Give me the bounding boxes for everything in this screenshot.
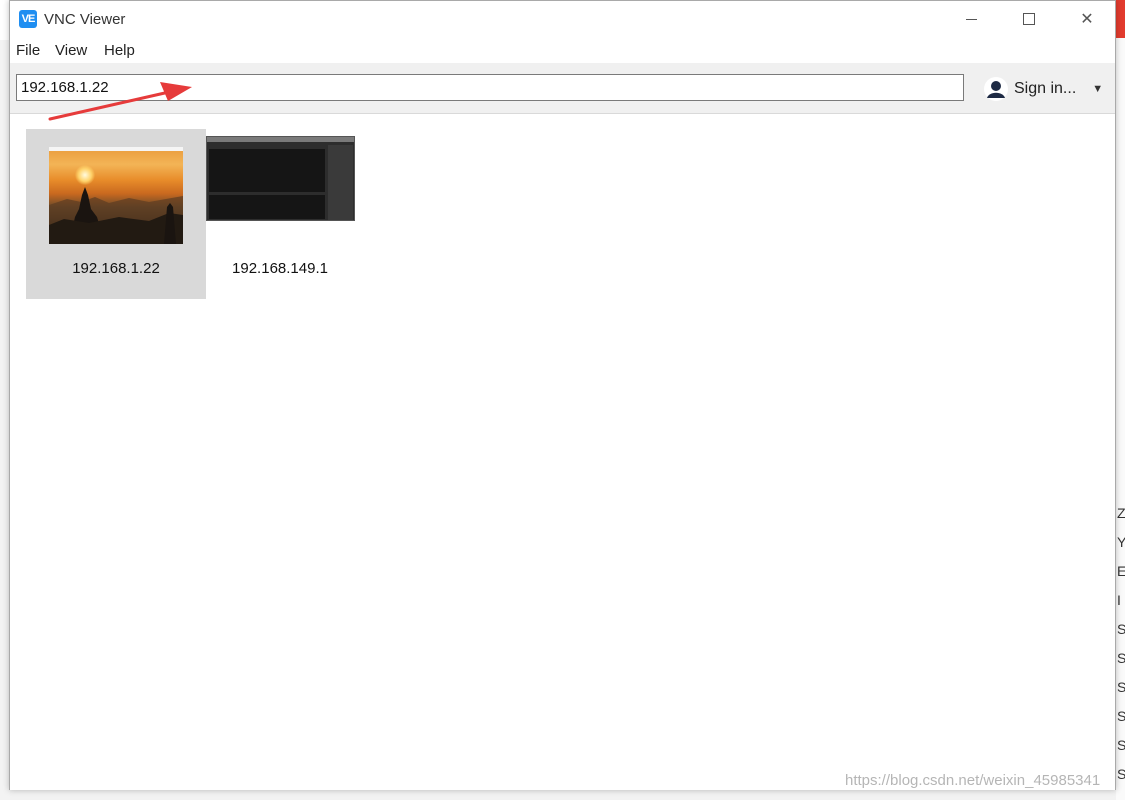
sign-in-label: Sign in... [1014,80,1077,97]
menu-help[interactable]: Help [104,42,135,59]
thumbnail-pane [209,149,325,192]
maximize-icon [1023,13,1035,25]
background-glyph: I [1117,592,1121,608]
menu-bar: File View Help [10,37,1115,63]
connection-label: 192.168.1.22 [72,260,160,277]
menu-view[interactable]: View [55,42,87,59]
thumbnail-landscape [49,187,183,244]
thumbnail-sidebar [328,145,353,220]
vnc-viewer-window: VE VNC Viewer ✕ File View Help Sign in..… [9,0,1116,790]
thumbnail-pane [209,195,325,219]
minimize-icon [965,18,977,20]
minimize-button[interactable] [948,1,994,37]
connection-tile[interactable]: 192.168.1.22 [26,129,206,299]
background-glyph: S [1117,679,1125,695]
background-glyph: E [1117,563,1125,579]
watermark-text: https://blog.csdn.net/weixin_45985341 [845,772,1101,789]
toolbar: Sign in... ▼ [10,63,1115,114]
vnc-logo-icon: VE [19,10,37,28]
background-glyph: Y [1117,534,1125,550]
thumbnail-titlebar [207,137,354,142]
background-glyph: Z [1117,505,1125,521]
background-glyph: S [1117,650,1125,666]
background-right-strip: Z Y E I S S S S S S [1116,0,1125,800]
connections-area: 192.168.1.22 192.168.149.1 [10,114,1115,790]
close-button[interactable]: ✕ [1064,1,1110,37]
background-glyph: S [1117,737,1125,753]
maximize-button[interactable] [1006,1,1052,37]
background-right-red-block [1116,0,1125,38]
desktop-thumbnail [49,147,183,244]
menu-file[interactable]: File [16,42,40,59]
window-title: VNC Viewer [44,11,126,28]
background-glyph: S [1117,621,1125,637]
caret-down-icon[interactable]: ▼ [1092,83,1103,95]
user-avatar-icon [984,77,1008,101]
terminal-thumbnail[interactable] [206,136,355,221]
title-bar[interactable]: VE VNC Viewer ✕ [10,1,1115,37]
sign-in-button[interactable]: Sign in... ▼ [984,75,1103,103]
background-glyph: S [1117,766,1125,782]
close-icon: ✕ [1080,11,1094,28]
background-bottom-strip [10,790,1116,800]
connection-label[interactable]: 192.168.149.1 [190,260,370,277]
background-glyph: S [1117,708,1125,724]
address-input[interactable] [16,74,964,101]
